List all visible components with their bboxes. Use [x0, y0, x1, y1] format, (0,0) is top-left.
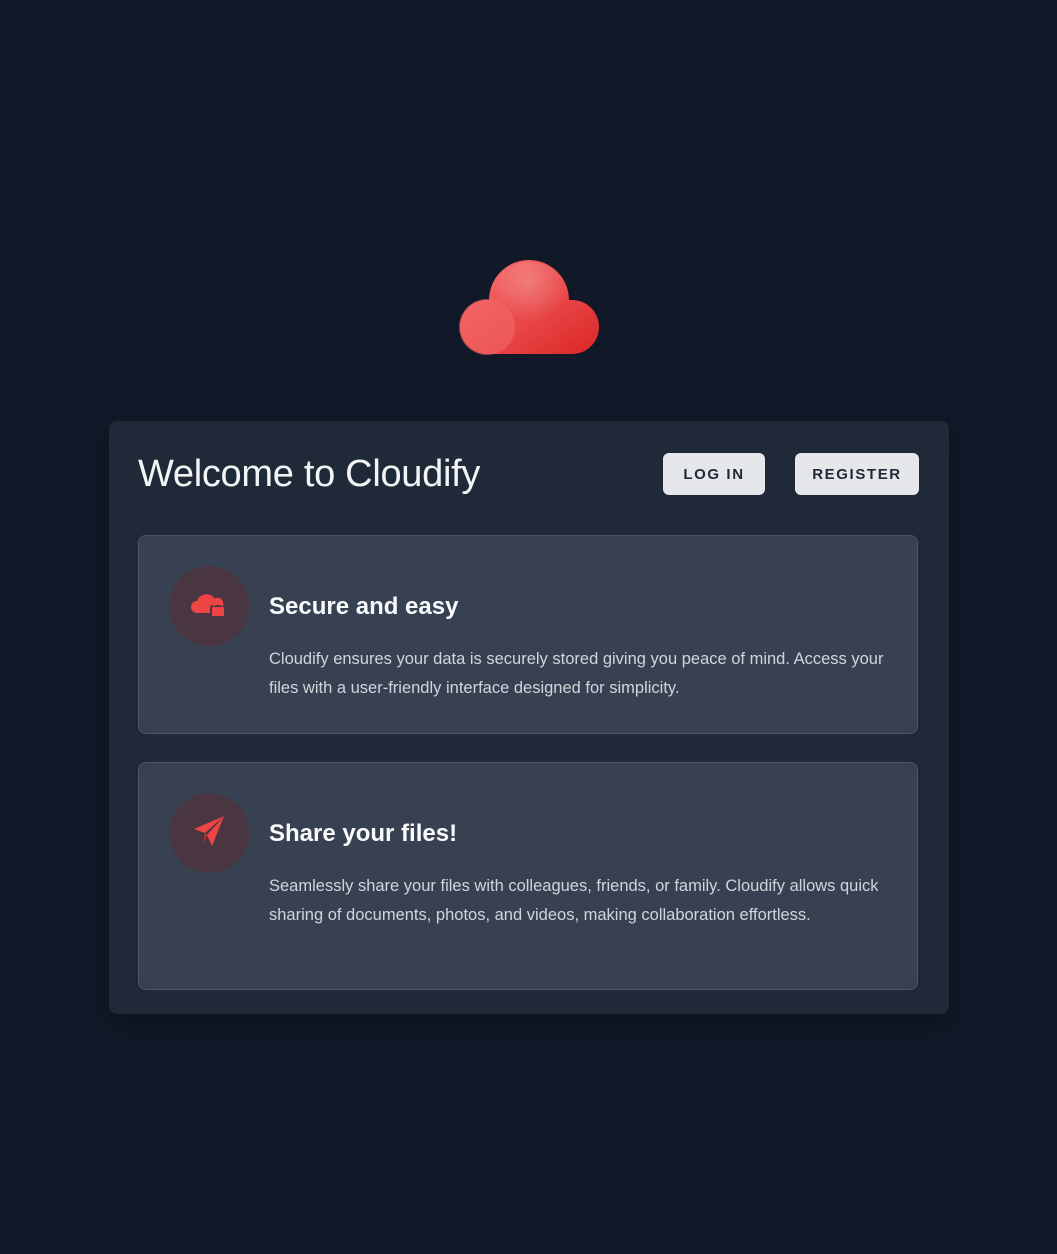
welcome-card: Welcome to Cloudify LOG IN REGISTER Secu… [109, 421, 949, 1014]
landing-page: Welcome to Cloudify LOG IN REGISTER Secu… [0, 0, 1057, 1254]
feature-description: Cloudify ensures your data is securely s… [269, 650, 884, 697]
login-button[interactable]: LOG IN [663, 453, 765, 495]
feature-card-secure: Secure and easy Cloudify ensures your da… [138, 535, 918, 734]
feature-icon-wrapper [169, 566, 249, 646]
paper-plane-icon [192, 814, 226, 853]
cloud-lock-icon [191, 588, 227, 625]
register-button[interactable]: REGISTER [795, 453, 919, 495]
page-title: Welcome to Cloudify [138, 453, 481, 495]
feature-card-share: Share your files! Seamlessly share your … [138, 762, 918, 990]
feature-title: Secure and easy [269, 593, 459, 620]
feature-title: Share your files! [269, 820, 458, 847]
feature-icon-wrapper [169, 793, 249, 873]
feature-description: Seamlessly share your files with colleag… [269, 877, 879, 924]
cloud-logo-icon [456, 258, 602, 358]
